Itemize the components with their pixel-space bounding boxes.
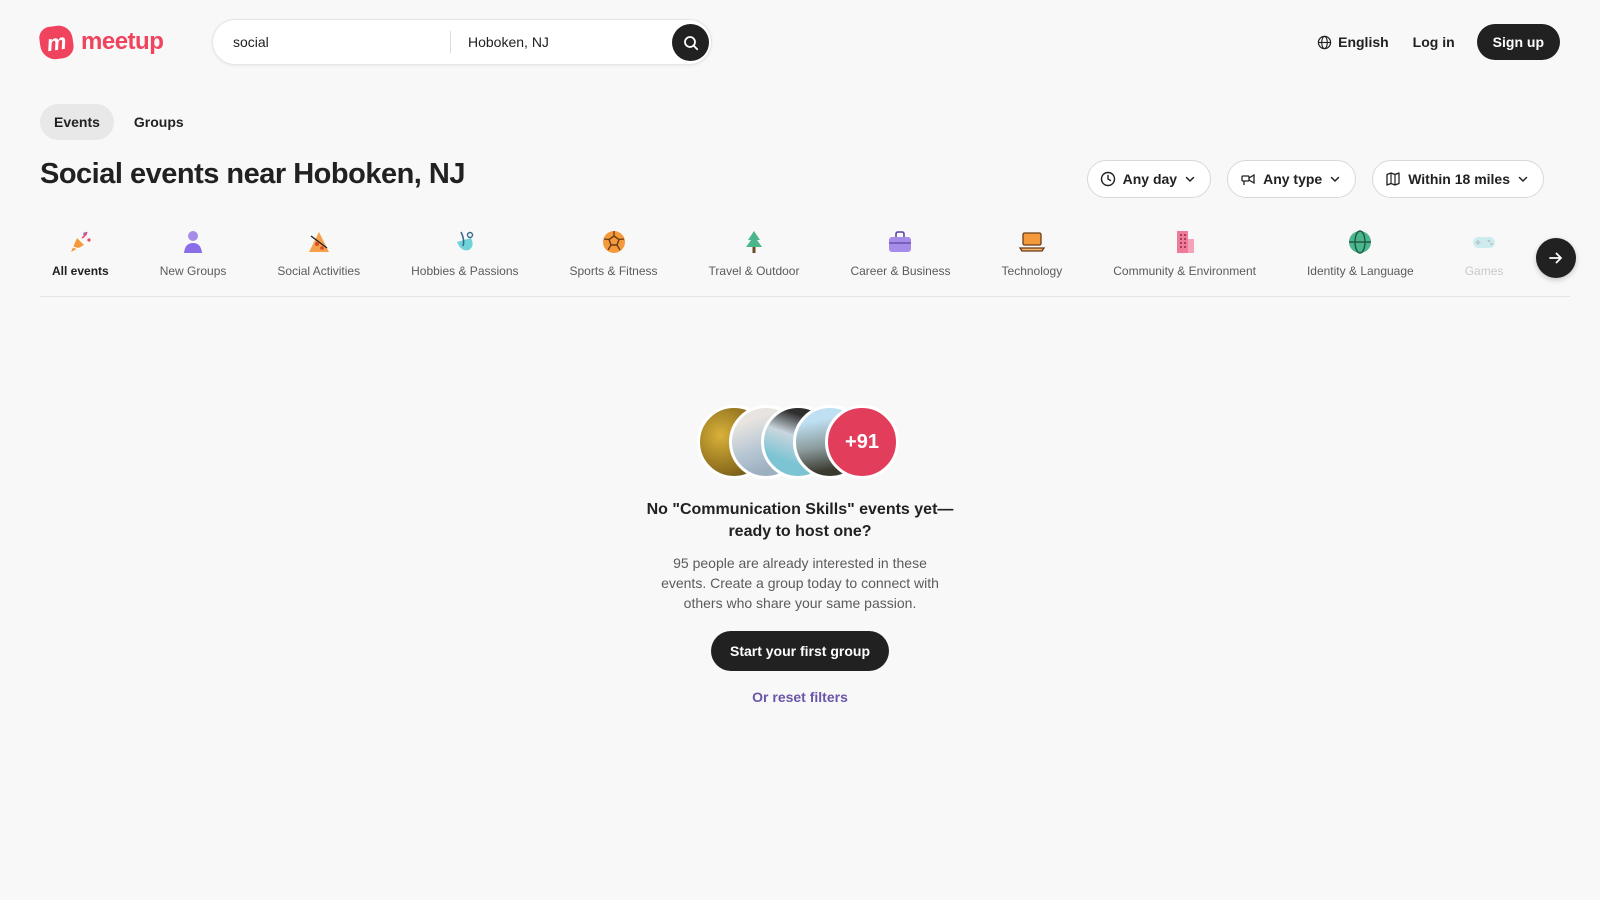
type-filter-label: Any type <box>1263 171 1323 187</box>
signup-button[interactable]: Sign up <box>1476 24 1560 60</box>
ball-icon <box>602 231 625 253</box>
category-label: New Groups <box>159 264 227 278</box>
page-title: Social events near Hoboken, NJ <box>40 158 465 190</box>
hobby-icon <box>456 231 473 251</box>
interested-people-avatars: +91 <box>697 405 903 481</box>
category-sports-fitness[interactable]: Sports & Fitness <box>558 224 670 296</box>
category-label: Technology <box>1001 264 1063 278</box>
category-games[interactable]: Games <box>1453 224 1516 296</box>
site-header: m meetup English Log in Sign up <box>0 0 1600 84</box>
carousel-next-button[interactable] <box>1536 238 1576 278</box>
category-label: Sports & Fitness <box>569 264 658 278</box>
party-popper-icon <box>71 231 91 252</box>
empty-state-title: No "Communication Skills" events yet—rea… <box>646 501 954 540</box>
search-icon <box>683 35 698 50</box>
category-technology[interactable]: Technology <box>990 224 1075 296</box>
category-carousel: All events New Groups Social Activities … <box>40 224 1570 297</box>
category-label: All events <box>52 264 109 278</box>
start-group-button[interactable]: Start your first group <box>711 631 889 671</box>
building-icon <box>1176 231 1194 253</box>
category-career-business[interactable]: Career & Business <box>838 224 962 296</box>
category-new-groups[interactable]: New Groups <box>148 224 239 296</box>
tree-icon <box>746 231 762 253</box>
tab-events[interactable]: Events <box>40 104 114 140</box>
chevron-down-icon <box>1518 176 1528 183</box>
empty-state: +91 No "Communication Skills" events yet… <box>600 405 1000 705</box>
more-people-count: +91 <box>825 405 899 479</box>
keyword-input[interactable] <box>233 34 433 50</box>
login-link[interactable]: Log in <box>1413 34 1455 50</box>
map-icon <box>1386 172 1400 186</box>
category-community-environment[interactable]: Community & Environment <box>1101 224 1268 296</box>
search-bar <box>212 19 712 65</box>
reset-filters-link[interactable]: Or reset filters <box>600 689 1000 705</box>
arrow-right-icon <box>1549 252 1562 264</box>
globe-icon <box>1317 35 1332 49</box>
distance-filter[interactable]: Within 18 miles <box>1372 160 1544 198</box>
laptop-icon <box>1018 232 1046 252</box>
category-label: Games <box>1464 264 1504 278</box>
category-label: Identity & Language <box>1306 264 1414 278</box>
chevron-down-icon <box>1185 176 1195 183</box>
category-label: Hobbies & Passions <box>411 264 519 278</box>
gamepad-icon <box>1473 237 1496 248</box>
search-button[interactable] <box>672 24 709 61</box>
globe-icon <box>1349 230 1372 254</box>
search-divider <box>450 31 451 53</box>
category-social-activities[interactable]: Social Activities <box>265 224 372 296</box>
header-actions: English Log in Sign up <box>1317 24 1560 60</box>
distance-filter-label: Within 18 miles <box>1408 171 1510 187</box>
pizza-slice-icon <box>308 232 329 252</box>
day-filter-label: Any day <box>1122 171 1178 187</box>
category-hobbies-passions[interactable]: Hobbies & Passions <box>399 224 530 296</box>
person-icon <box>184 231 203 253</box>
language-selector[interactable]: English <box>1317 34 1389 50</box>
logo-wordmark: meetup <box>81 28 164 55</box>
tab-groups[interactable]: Groups <box>120 104 198 140</box>
category-label: Community & Environment <box>1113 264 1256 278</box>
type-filter[interactable]: Any type <box>1227 160 1357 198</box>
filter-bar: Any day Any type Within 18 miles <box>1086 160 1544 198</box>
chevron-down-icon <box>1330 176 1340 183</box>
category-label: Social Activities <box>277 264 361 278</box>
location-input[interactable] <box>468 34 668 50</box>
event-type-icon <box>1241 173 1255 185</box>
category-label: Career & Business <box>850 264 951 278</box>
category-travel-outdoor[interactable]: Travel & Outdoor <box>697 224 812 296</box>
result-type-tabs: Events Groups <box>40 104 198 140</box>
category-label: Travel & Outdoor <box>708 264 800 278</box>
empty-state-description: 95 people are already interested in thes… <box>661 555 939 611</box>
meetup-logo[interactable]: m meetup <box>37 23 164 61</box>
category-identity-language[interactable]: Identity & Language <box>1295 224 1426 296</box>
logo-mark: m <box>37 23 76 61</box>
clock-icon <box>1100 171 1115 187</box>
category-all-events[interactable]: All events <box>40 224 121 296</box>
briefcase-icon <box>889 231 912 252</box>
day-filter[interactable]: Any day <box>1086 160 1212 198</box>
language-label: English <box>1338 34 1389 50</box>
